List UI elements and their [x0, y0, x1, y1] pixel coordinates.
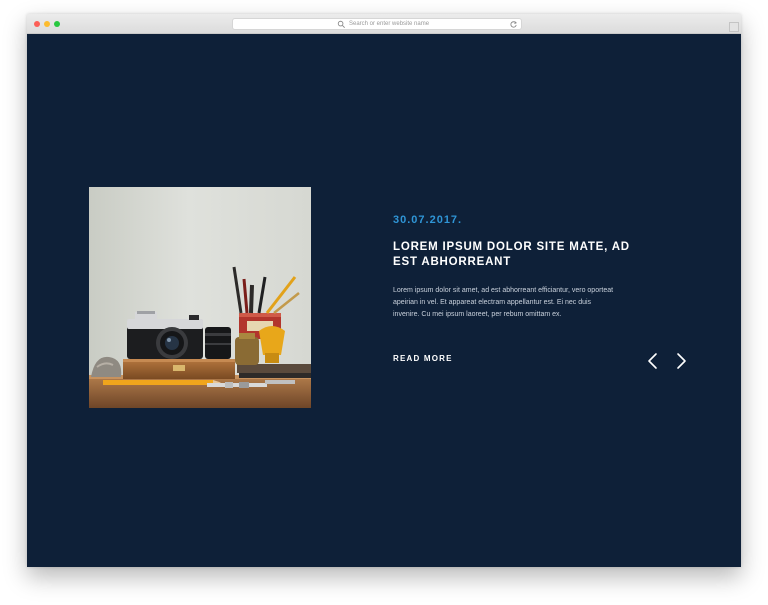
toolbar-button[interactable]: [729, 22, 739, 32]
close-window-button[interactable]: [34, 21, 40, 27]
post-excerpt: Lorem ipsum dolor sit amet, ad est abhor…: [393, 287, 614, 318]
post-image: [89, 187, 311, 408]
address-bar[interactable]: Search or enter website name: [232, 18, 522, 30]
post-date: 30.07.2017.: [393, 214, 463, 226]
browser-window: Search or enter website name 30.07.2017.…: [27, 14, 741, 567]
title-bar: Search or enter website name: [27, 14, 741, 34]
page-content: 30.07.2017. LOREM IPSUM DOLOR SITE MATE,…: [27, 34, 741, 567]
chevron-left-icon[interactable]: [646, 352, 660, 370]
read-more-link[interactable]: READ MORE: [393, 354, 453, 363]
post-title: LOREM IPSUM DOLOR SITE MATE, AD EST ABHO…: [393, 241, 630, 268]
camera-still-life-photo: [89, 266, 311, 408]
address-placeholder: Search or enter website name: [349, 21, 430, 27]
minimize-window-button[interactable]: [44, 21, 50, 27]
chevron-right-icon[interactable]: [674, 352, 688, 370]
search-icon: [337, 20, 345, 28]
zoom-window-button[interactable]: [54, 21, 60, 27]
reload-icon[interactable]: [509, 20, 518, 29]
